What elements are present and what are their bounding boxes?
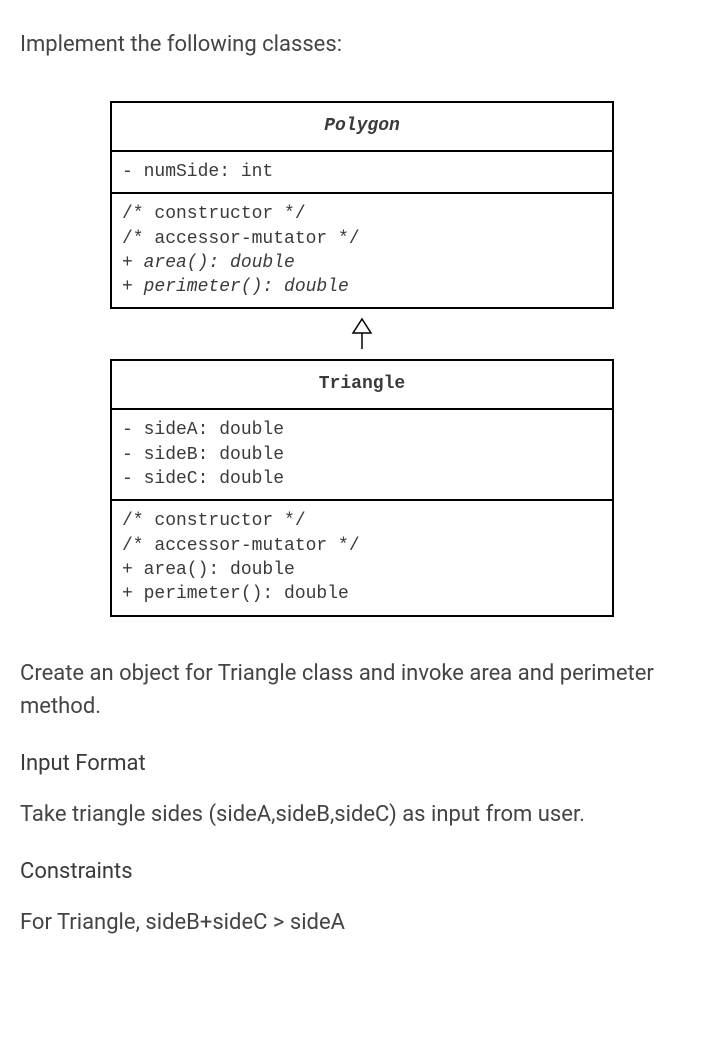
uml-attribute: - sideC: double — [122, 467, 602, 491]
uml-diagram-container: Polygon - numSide: int /* constructor */… — [110, 101, 614, 617]
intro-text: Implement the following classes: — [20, 28, 704, 61]
arrow-up-icon — [351, 317, 373, 351]
uml-operation: /* accessor-mutator */ — [122, 534, 602, 558]
uml-triangle-header: Triangle — [112, 361, 612, 410]
input-format-heading: Input Format — [20, 747, 704, 780]
input-format-text: Take triangle sides (sideA,sideB,sideC) … — [20, 798, 704, 831]
uml-polygon-attributes: - numSide: int — [112, 152, 612, 194]
constraints-text: For Triangle, sideB+sideC > sideA — [20, 906, 704, 939]
uml-operation: /* accessor-mutator */ — [122, 227, 602, 251]
uml-operation: + perimeter(): double — [122, 275, 602, 299]
uml-operation: /* constructor */ — [122, 202, 602, 226]
uml-polygon-header: Polygon — [112, 103, 612, 152]
uml-operation: + area(): double — [122, 251, 602, 275]
uml-attribute: - sideA: double — [122, 418, 602, 442]
uml-triangle-operations: /* constructor */ /* accessor-mutator */… — [112, 501, 612, 614]
uml-attribute: - numSide: int — [122, 160, 602, 184]
uml-operation: + perimeter(): double — [122, 582, 602, 606]
uml-triangle-attributes: - sideA: double - sideB: double - sideC:… — [112, 410, 612, 501]
instruction-text: Create an object for Triangle class and … — [20, 657, 704, 723]
inheritance-arrow — [110, 309, 614, 359]
constraints-heading: Constraints — [20, 855, 704, 888]
uml-class-polygon: Polygon - numSide: int /* constructor */… — [110, 101, 614, 309]
uml-operation: /* constructor */ — [122, 509, 602, 533]
uml-attribute: - sideB: double — [122, 443, 602, 467]
uml-polygon-operations: /* constructor */ /* accessor-mutator */… — [112, 194, 612, 307]
uml-class-triangle: Triangle - sideA: double - sideB: double… — [110, 359, 614, 616]
uml-operation: + area(): double — [122, 558, 602, 582]
